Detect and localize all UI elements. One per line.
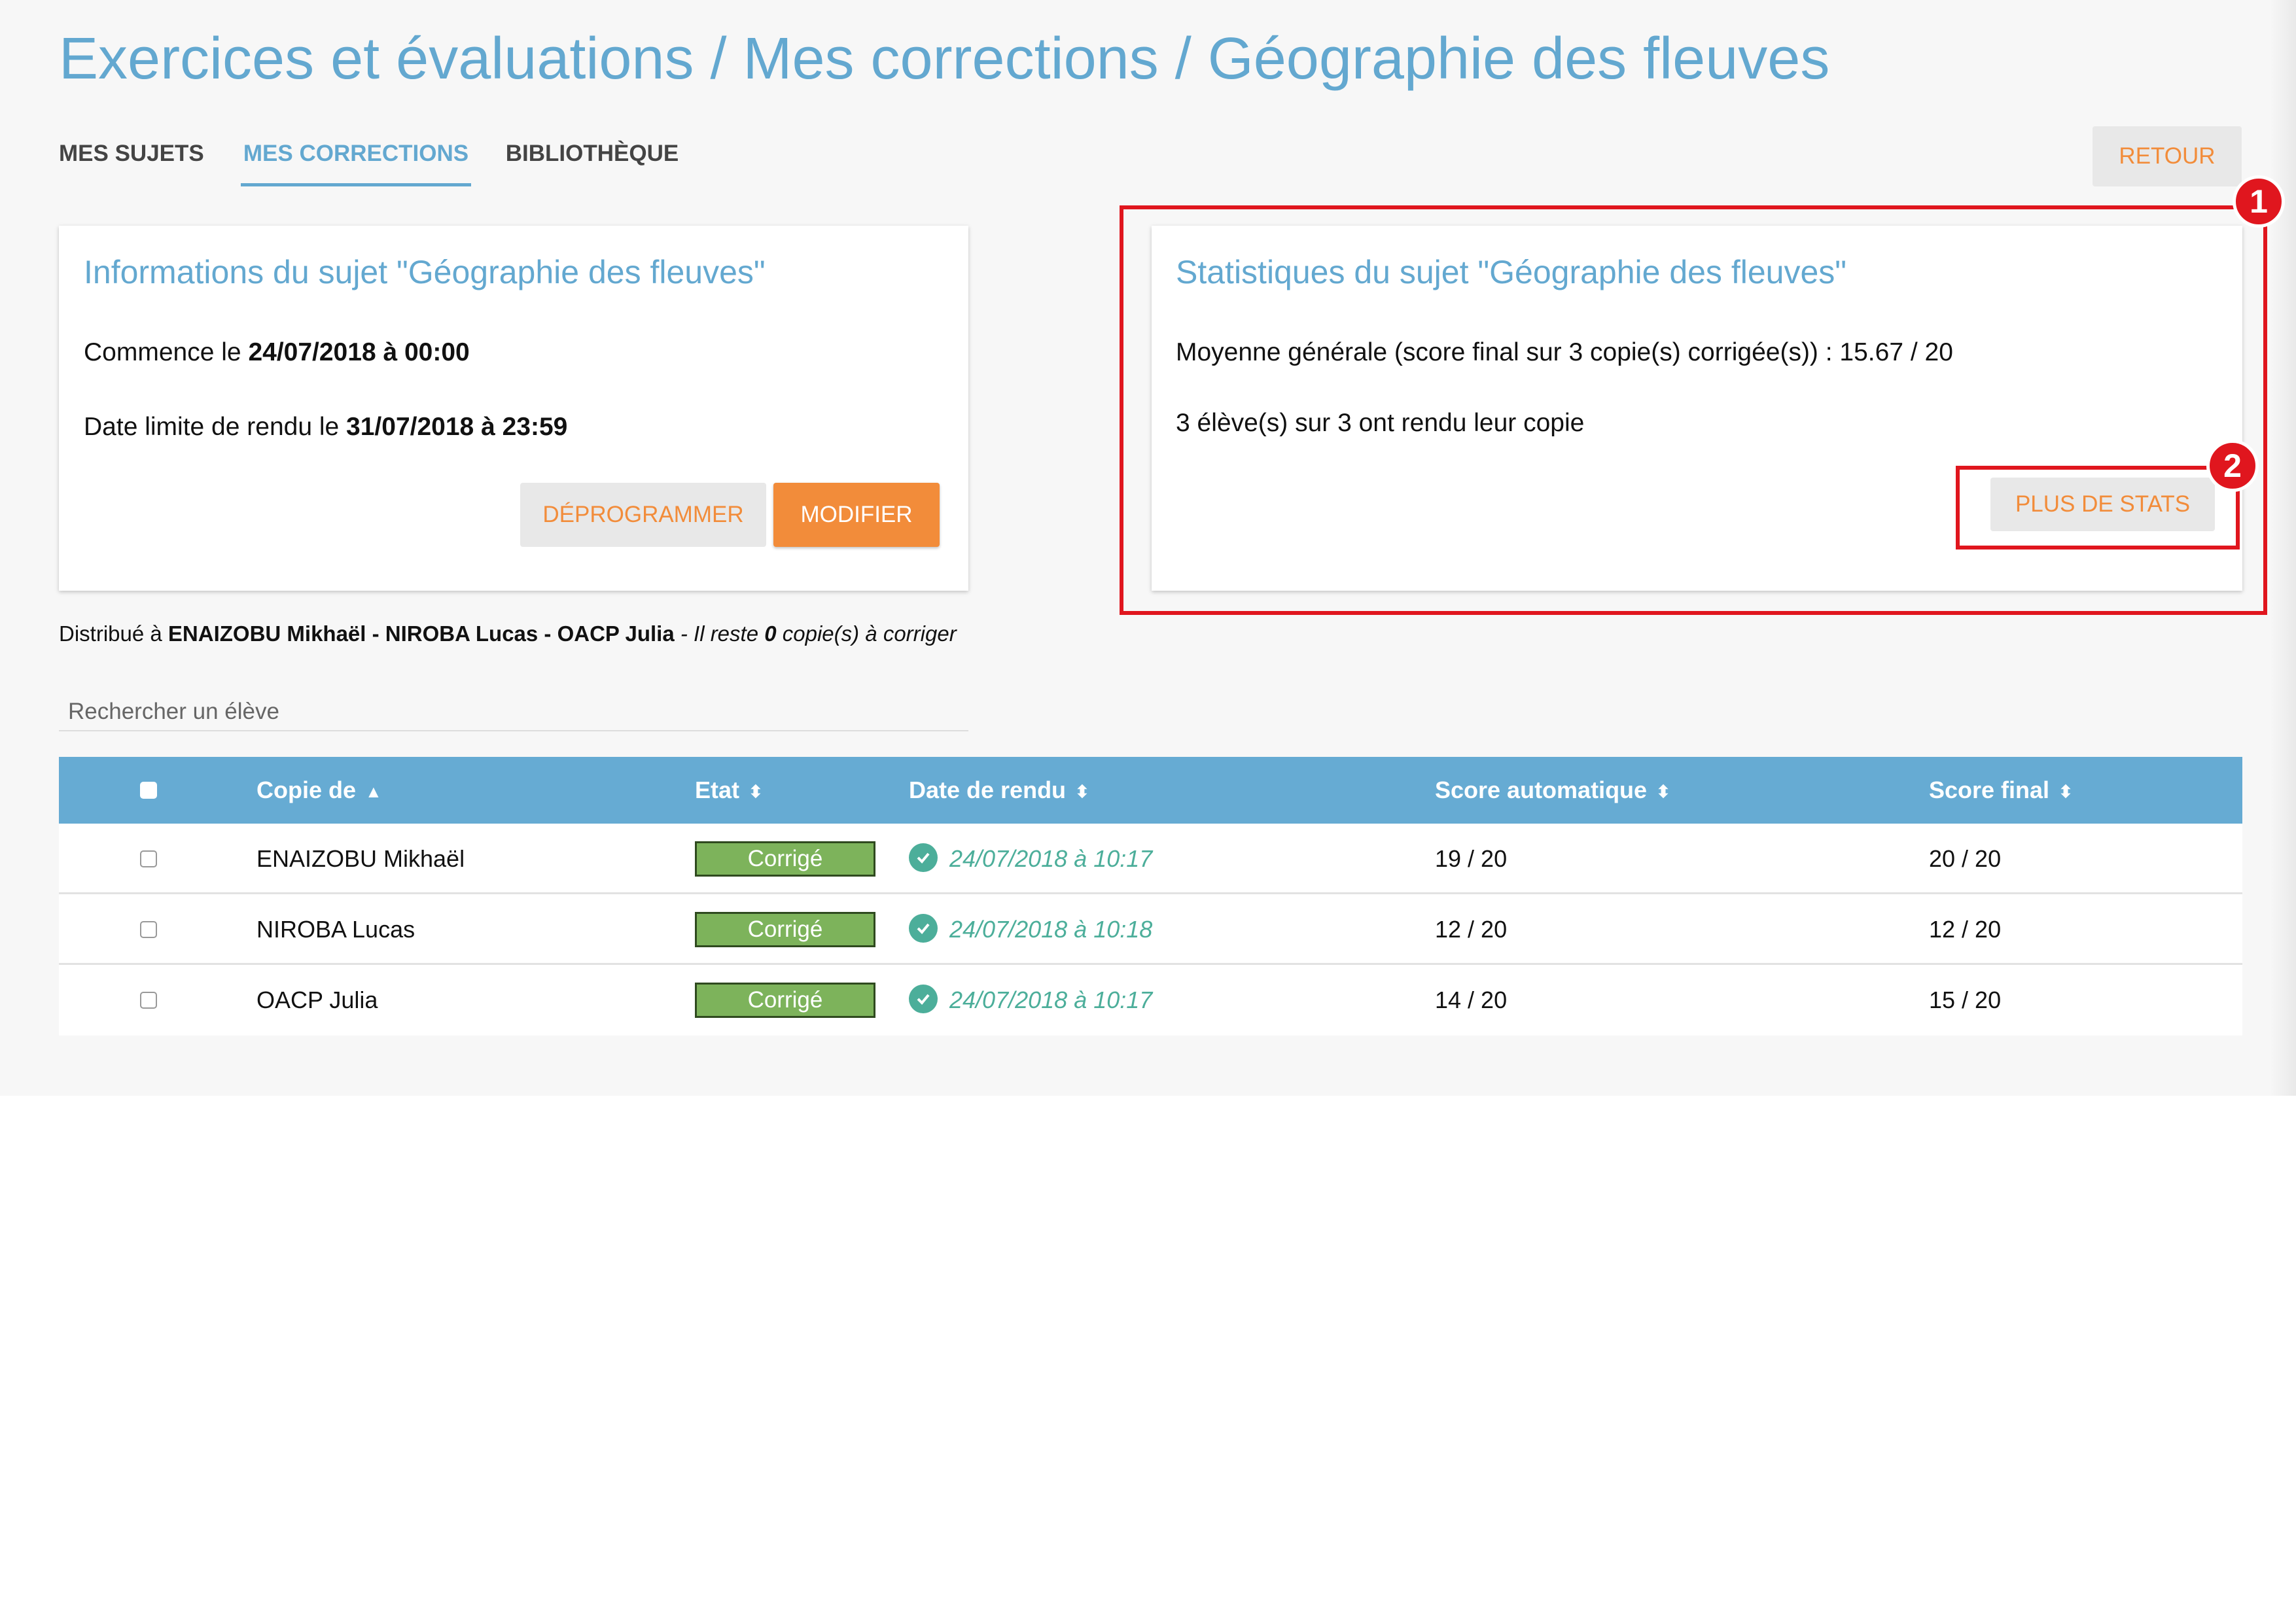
- remaining-suffix: copie(s) à corriger: [776, 621, 957, 646]
- tab-bibliotheque[interactable]: BIBLIOTHÈQUE: [504, 124, 680, 183]
- col-header-state[interactable]: Etat ⬍: [695, 757, 763, 824]
- col-header-state-label: Etat: [695, 777, 740, 803]
- status-badge: Corrigé: [695, 912, 875, 947]
- tab-mes-corrections[interactable]: MES CORRECTIONS: [241, 124, 471, 186]
- row-checkbox[interactable]: [140, 850, 157, 867]
- info-card-title: Informations du sujet "Géographie des fl…: [84, 254, 766, 290]
- col-header-auto-score-label: Score automatique: [1435, 777, 1648, 803]
- edit-button[interactable]: MODIFIER: [773, 483, 940, 547]
- remaining-count: 0: [764, 621, 777, 646]
- final-score: 15 / 20: [1929, 986, 2002, 1013]
- student-search-input[interactable]: [59, 693, 968, 731]
- auto-score: 19 / 20: [1435, 845, 1508, 872]
- col-header-final-score[interactable]: Score final ⬍: [1929, 757, 2073, 824]
- back-button[interactable]: RETOUR: [2093, 126, 2242, 186]
- row-checkbox[interactable]: [140, 992, 157, 1009]
- student-name[interactable]: OACP Julia: [256, 965, 378, 1036]
- start-date-value: 24/07/2018 à 00:00: [248, 338, 470, 366]
- status-badge: Corrigé: [695, 983, 875, 1018]
- distribution-students: ENAIZOBU Mikhaël - NIROBA Lucas - OACP J…: [168, 621, 675, 646]
- table-row[interactable]: NIROBA Lucas Corrigé 24/07/2018 à 10:18 …: [59, 894, 2242, 965]
- sort-icon: ⬍: [1656, 782, 1670, 802]
- check-circle-icon: [909, 914, 938, 943]
- select-all-checkbox[interactable]: [140, 782, 157, 799]
- col-header-date-label: Date de rendu: [909, 777, 1067, 803]
- table-header: Copie de ▲ Etat ⬍ Date de rendu ⬍ Score aut…: [59, 757, 2242, 824]
- student-name[interactable]: NIROBA Lucas: [256, 894, 415, 965]
- col-header-copy[interactable]: Copie de ▲: [256, 757, 382, 824]
- col-header-date[interactable]: Date de rendu ⬍: [909, 757, 1089, 824]
- distribution-info: Distribué à ENAIZOBU Mikhaël - NIROBA Lu…: [59, 621, 957, 646]
- start-date-line: Commence le 24/07/2018 à 00:00: [84, 338, 470, 367]
- check-circle-icon: [909, 843, 938, 872]
- submission-date: 24/07/2018 à 10:18: [949, 916, 1153, 943]
- row-checkbox[interactable]: [140, 921, 157, 938]
- highlight-box-stats: [1120, 205, 2267, 615]
- annotation-badge-1: 1: [2233, 175, 2285, 228]
- deadline-date-value: 31/07/2018 à 23:59: [346, 413, 568, 441]
- auto-score: 14 / 20: [1435, 986, 1508, 1013]
- highlight-box-more-stats: [1956, 466, 2240, 550]
- deadline-label: Date limite de rendu le: [84, 413, 347, 441]
- submission-date: 24/07/2018 à 10:17: [949, 845, 1153, 872]
- unschedule-button[interactable]: DÉPROGRAMMER: [520, 483, 766, 547]
- col-header-final-score-label: Score final: [1929, 777, 2050, 803]
- col-header-auto-score[interactable]: Score automatique ⬍: [1435, 757, 1670, 824]
- table-row[interactable]: ENAIZOBU Mikhaël Corrigé 24/07/2018 à 10…: [59, 824, 2242, 894]
- annotation-badge-2: 2: [2206, 440, 2259, 492]
- right-edge-shade: [2270, 0, 2296, 1096]
- final-score: 20 / 20: [1929, 845, 2002, 872]
- remaining-label: - Il reste: [674, 621, 765, 646]
- tab-mes-sujets[interactable]: MES SUJETS: [59, 124, 204, 183]
- submission-date: 24/07/2018 à 10:17: [949, 986, 1153, 1013]
- final-score: 12 / 20: [1929, 916, 2002, 943]
- distribution-label: Distribué à: [59, 621, 168, 646]
- subject-info-card: Informations du sujet "Géographie des fl…: [59, 226, 968, 591]
- corrections-table: Copie de ▲ Etat ⬍ Date de rendu ⬍ Score aut…: [59, 757, 2242, 1036]
- sort-icon: ⬍: [1075, 782, 1089, 802]
- table-row[interactable]: OACP Julia Corrigé 24/07/2018 à 10:17 14…: [59, 965, 2242, 1036]
- student-name[interactable]: ENAIZOBU Mikhaël: [256, 824, 465, 894]
- auto-score: 12 / 20: [1435, 916, 1508, 943]
- deadline-line: Date limite de rendu le 31/07/2018 à 23:…: [84, 413, 567, 442]
- sort-icon: ⬍: [2058, 782, 2073, 802]
- col-header-copy-label: Copie de: [256, 777, 357, 803]
- sort-asc-icon: ▲: [365, 782, 382, 802]
- page-title-breadcrumb: Exercices et évaluations / Mes correctio…: [59, 26, 1830, 92]
- sort-icon: ⬍: [749, 782, 763, 802]
- status-badge: Corrigé: [695, 841, 875, 877]
- start-label: Commence le: [84, 338, 249, 366]
- check-circle-icon: [909, 985, 938, 1013]
